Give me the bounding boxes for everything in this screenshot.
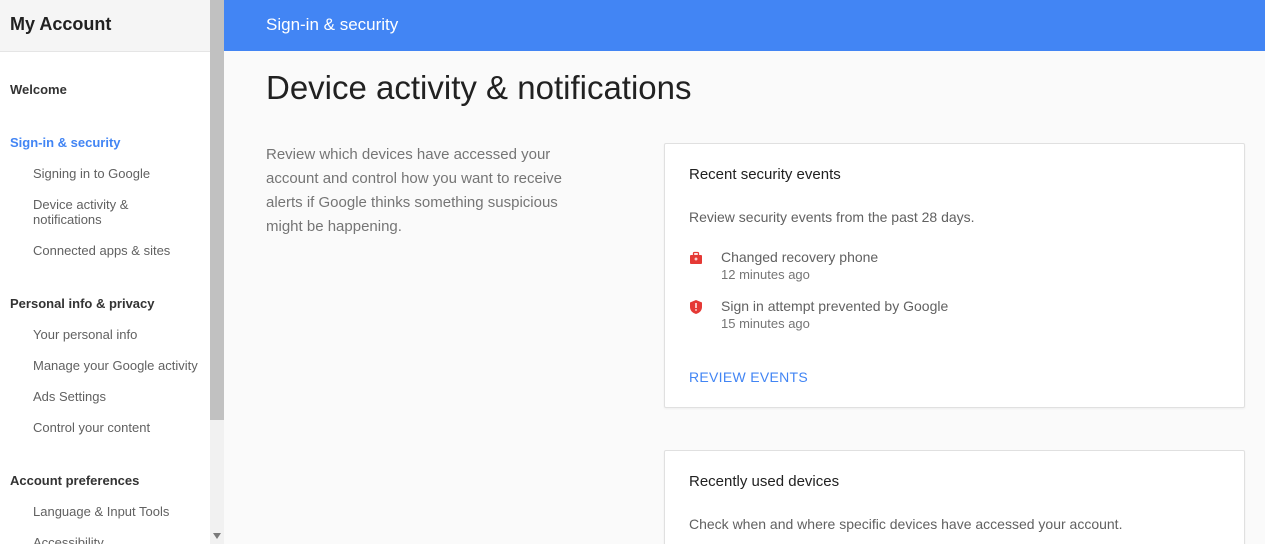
recent-security-events-card: Recent security events Review security e… bbox=[664, 143, 1245, 408]
event-title: Sign in attempt prevented by Google bbox=[721, 298, 1220, 314]
event-time: 12 minutes ago bbox=[721, 267, 1220, 282]
main-header: Sign-in & security bbox=[224, 0, 1265, 51]
page-description: Review which devices have accessed your … bbox=[266, 143, 586, 239]
sidebar-subitem-personal-info[interactable]: Your personal info bbox=[0, 319, 210, 350]
event-time: 15 minutes ago bbox=[721, 316, 1220, 331]
card-subtitle: Review security events from the past 28 … bbox=[689, 209, 1220, 225]
sidebar-subitem-control-content[interactable]: Control your content bbox=[0, 412, 210, 443]
sidebar-subitem-ads-settings[interactable]: Ads Settings bbox=[0, 381, 210, 412]
review-events-link[interactable]: REVIEW EVENTS bbox=[689, 369, 808, 385]
sidebar-item-account-preferences[interactable]: Account preferences bbox=[0, 461, 210, 496]
page-title: Device activity & notifications bbox=[266, 69, 1265, 107]
sidebar-item-welcome[interactable]: Welcome bbox=[0, 52, 210, 105]
sidebar-subitem-device-activity[interactable]: Device activity & notifications bbox=[0, 189, 210, 235]
scroll-down-arrow-icon[interactable] bbox=[210, 530, 224, 542]
sidebar-subitem-language[interactable]: Language & Input Tools bbox=[0, 496, 210, 527]
security-event-row: Changed recovery phone 12 minutes ago bbox=[689, 249, 1220, 282]
card-title: Recently used devices bbox=[689, 473, 1220, 490]
main-content: Sign-in & security Device activity & not… bbox=[224, 0, 1265, 544]
sidebar-header: My Account bbox=[0, 0, 210, 52]
sidebar-item-signin-security[interactable]: Sign-in & security bbox=[0, 105, 210, 158]
shield-alert-icon bbox=[689, 300, 703, 314]
briefcase-icon bbox=[689, 251, 703, 265]
card-subtitle: Check when and where specific devices ha… bbox=[689, 516, 1220, 532]
sidebar-subitem-accessibility[interactable]: Accessibility bbox=[0, 527, 210, 544]
card-title: Recent security events bbox=[689, 166, 1220, 183]
sidebar: My Account Welcome Sign-in & security Si… bbox=[0, 0, 210, 544]
app-title: My Account bbox=[10, 14, 200, 35]
scrollbar-thumb[interactable] bbox=[210, 0, 224, 420]
recently-used-devices-card: Recently used devices Check when and whe… bbox=[664, 450, 1245, 544]
sidebar-scrollbar[interactable] bbox=[210, 0, 224, 544]
sidebar-subitem-signing-in[interactable]: Signing in to Google bbox=[0, 158, 210, 189]
sidebar-subitem-google-activity[interactable]: Manage your Google activity bbox=[0, 350, 210, 381]
sidebar-subitem-connected-apps[interactable]: Connected apps & sites bbox=[0, 235, 210, 266]
sidebar-item-personal-info[interactable]: Personal info & privacy bbox=[0, 284, 210, 319]
event-title: Changed recovery phone bbox=[721, 249, 1220, 265]
security-event-row: Sign in attempt prevented by Google 15 m… bbox=[689, 298, 1220, 331]
main-header-title: Sign-in & security bbox=[266, 15, 398, 34]
